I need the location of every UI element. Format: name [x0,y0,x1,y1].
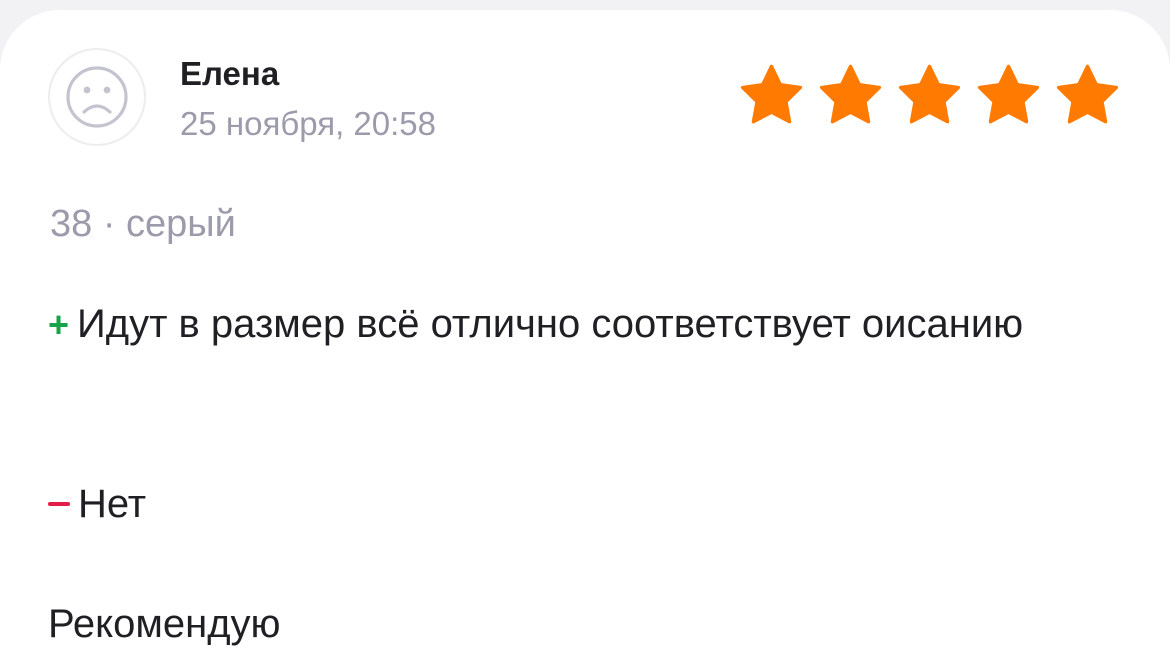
rating-stars [738,63,1121,127]
star-icon [819,64,882,124]
pros-text: Идут в размер всё отлично соответствует … [77,302,1024,346]
cons-text: Нет [78,482,147,526]
product-variant: 38 · серый [50,203,236,245]
star-icon [977,64,1040,124]
star-icon [898,64,961,124]
sad-face-icon [66,66,128,128]
star-icon [740,64,803,124]
minus-icon [48,502,70,507]
star-icon [1056,64,1119,124]
avatar [50,50,144,144]
review-card: Елена 25 ноября, 20:58 38 · серый + Идут … [0,10,1170,672]
cons-section: Нет [48,474,146,534]
pros-section: + Идут в размер всё отлично соответствует… [48,294,1048,355]
plus-icon: + [48,304,70,345]
review-date: 25 ноября, 20:58 [180,105,436,142]
review-comment: Рекомендую [48,602,281,646]
author-name: Елена [180,55,280,92]
